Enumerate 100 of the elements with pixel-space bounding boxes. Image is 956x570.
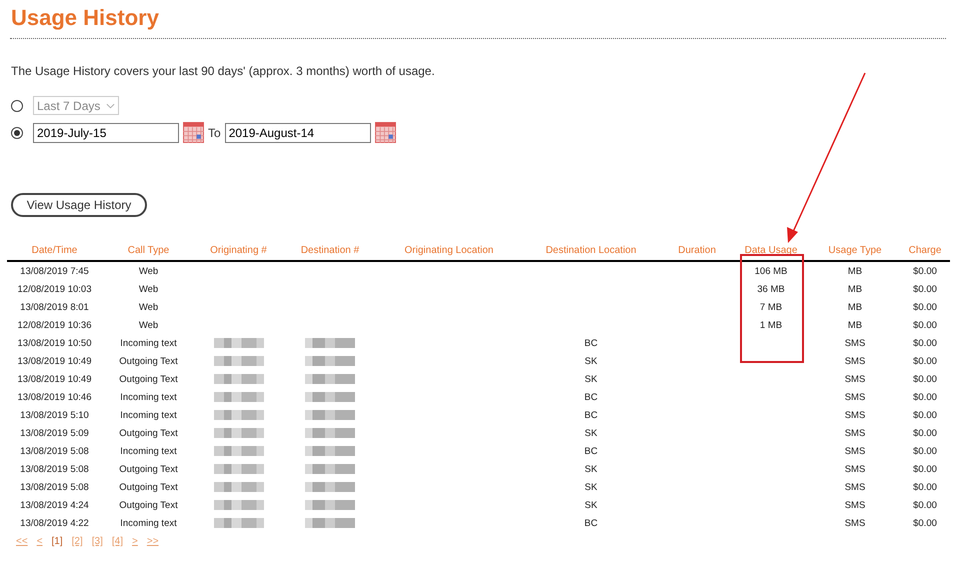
intro-text: The Usage History covers your last 90 days' (approx. 3 months) worth of usage. — [11, 63, 436, 79]
view-usage-history-button[interactable]: View Usage History — [11, 193, 147, 217]
column-header: Data Usage — [732, 241, 810, 261]
page-link[interactable]: [2] — [72, 536, 83, 547]
table-cell-text: $0.00 — [912, 426, 938, 440]
table-cell-text: $0.00 — [912, 282, 938, 296]
table-cell: BC — [584, 446, 598, 456]
table-cell-text: SMS — [844, 354, 866, 368]
table-cell-text: SMS — [844, 390, 866, 404]
table-cell-text: $0.00 — [912, 444, 938, 458]
table-cell-text: $0.00 — [912, 354, 938, 368]
table-cell-text: SMS — [844, 516, 866, 530]
table-cell: SK — [584, 374, 598, 384]
table-cell-text: 13/08/2019 4:24 — [19, 498, 90, 512]
table-cell: BC — [584, 410, 598, 420]
table-cell-text: $0.00 — [912, 300, 938, 314]
table-cell-text: SMS — [844, 336, 866, 350]
table-cell-text: $0.00 — [912, 462, 938, 476]
page-link[interactable]: > — [132, 536, 138, 547]
table-cell-text: Incoming text — [119, 516, 178, 530]
column-header: Duration — [662, 241, 732, 261]
table-cell-text: MB — [846, 318, 864, 332]
table-cell-text: Outgoing Text — [118, 462, 179, 476]
page-link[interactable]: < — [36, 536, 43, 547]
page-link[interactable]: [3] — [92, 536, 103, 547]
column-header: Charge — [900, 241, 950, 261]
table-cell-text: $0.00 — [912, 390, 938, 404]
table-cell-text: Web — [138, 282, 160, 296]
table-cell-text: 13/08/2019 10:49 — [16, 372, 92, 386]
table-cell-text: Outgoing Text — [118, 480, 179, 494]
table-cell-text: SMS — [844, 444, 866, 458]
table-cell-text: MB — [846, 282, 864, 296]
table-cell: BC — [584, 518, 598, 528]
table-cell-text: $0.00 — [912, 372, 938, 386]
table-cell-text: 13/08/2019 5:08 — [19, 462, 90, 476]
page-title: Usage History — [10, 4, 160, 32]
table-cell-text: MB — [846, 300, 864, 314]
table-cell: 13/08/2019 7:45 — [7, 261, 102, 280]
table-cell-text: 12/08/2019 10:36 — [16, 318, 92, 332]
table-cell: BC — [584, 338, 598, 348]
table-cell-text: 13/08/2019 5:09 — [19, 426, 90, 440]
table-cell-text: SMS — [844, 498, 866, 512]
radio-button[interactable] — [11, 126, 23, 138]
end-date-field[interactable]: 2019-August-14 — [224, 122, 371, 142]
table-cell: 1 MB — [760, 320, 782, 330]
table-cell-text: $0.00 — [912, 318, 938, 332]
table-cell: SK — [584, 500, 598, 510]
table-cell-text: $0.00 — [912, 516, 938, 530]
page-link[interactable]: >> — [146, 536, 159, 547]
column-header: Originating # — [195, 241, 282, 261]
table-cell: 106 MB — [754, 266, 788, 276]
table-cell: 7 MB — [760, 302, 782, 312]
chevron-icon — [106, 102, 116, 108]
table-cell-text: SMS — [844, 372, 866, 386]
column-header: Date/Time — [7, 241, 102, 261]
table-cell: $0.00 — [900, 261, 950, 280]
table-cell-text: Outgoing Text — [118, 498, 179, 512]
table-cell-text: Outgoing Text — [118, 372, 179, 386]
table-cell: SK — [584, 356, 598, 366]
table-cell-text: Incoming text — [119, 408, 178, 422]
column-header: Destination Location — [520, 241, 662, 261]
column-header: Call Type — [102, 241, 195, 261]
start-date-field[interactable]: 2019-July-15 — [33, 122, 179, 142]
table-cell-text: 13/08/2019 8:01 — [19, 300, 90, 314]
calendar-icon[interactable] — [183, 122, 204, 143]
page-link[interactable]: [1] — [52, 536, 63, 547]
table-cell-text: Web — [138, 318, 160, 332]
table-cell-text: $0.00 — [912, 480, 938, 494]
table-cell-text: SMS — [844, 462, 866, 476]
table-cell-text: SMS — [844, 426, 866, 440]
table-cell-text: 13/08/2019 5:10 — [19, 408, 90, 422]
table-cell-text: Outgoing Text — [118, 354, 179, 368]
table-cell-text: Web — [138, 300, 160, 314]
table-cell: 36 MB — [757, 284, 785, 294]
table-cell-text: $0.00 — [912, 408, 938, 422]
page-link[interactable]: [4] — [112, 536, 124, 547]
column-header: Usage Type — [810, 241, 900, 261]
table-cell-text: 13/08/2019 5:08 — [19, 480, 90, 494]
table-cell: MB — [810, 261, 900, 280]
table-cell-text: 13/08/2019 10:49 — [16, 354, 92, 368]
table-cell-text: 13/08/2019 4:22 — [19, 516, 90, 530]
table-cell-text: Incoming text — [119, 336, 178, 350]
table-cell: BC — [584, 392, 598, 402]
table-cell-text: 13/08/2019 5:08 — [19, 444, 90, 458]
table-cell-text: 13/08/2019 10:50 — [16, 336, 92, 350]
calendar-icon[interactable] — [374, 122, 396, 143]
table-cell: SK — [584, 464, 598, 474]
column-header: Originating Location — [378, 241, 520, 261]
table-cell-text: Outgoing Text — [118, 426, 179, 440]
column-header: Destination # — [282, 241, 378, 261]
table-cell-text: $0.00 — [912, 336, 938, 350]
table-cell-text: SMS — [844, 480, 866, 494]
table-cell-text: SMS — [844, 408, 866, 422]
table-cell: SK — [584, 428, 598, 438]
page-link[interactable]: << — [16, 536, 28, 547]
table-cell-text: 13/08/2019 10:46 — [16, 390, 92, 404]
table-cell-text: Incoming text — [119, 390, 178, 404]
table-cell: Web — [102, 261, 195, 280]
to-label: To — [208, 126, 221, 140]
table-cell-text: Incoming text — [119, 444, 178, 458]
